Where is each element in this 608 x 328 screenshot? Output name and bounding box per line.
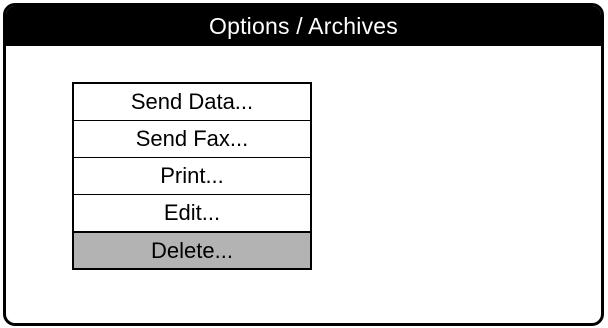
menu-item-print[interactable]: Print...	[74, 157, 310, 194]
menu-item-delete[interactable]: Delete...	[74, 231, 310, 268]
menu-item-send-fax[interactable]: Send Fax...	[74, 120, 310, 157]
options-menu-list: Send Data... Send Fax... Print... Edit..…	[72, 82, 312, 270]
options-archives-window: Options / Archives Send Data... Send Fax…	[3, 3, 604, 326]
menu-item-edit[interactable]: Edit...	[74, 194, 310, 231]
menu-item-send-data[interactable]: Send Data...	[74, 84, 310, 120]
window-title: Options / Archives	[209, 12, 398, 39]
window-title-bar: Options / Archives	[6, 6, 601, 46]
